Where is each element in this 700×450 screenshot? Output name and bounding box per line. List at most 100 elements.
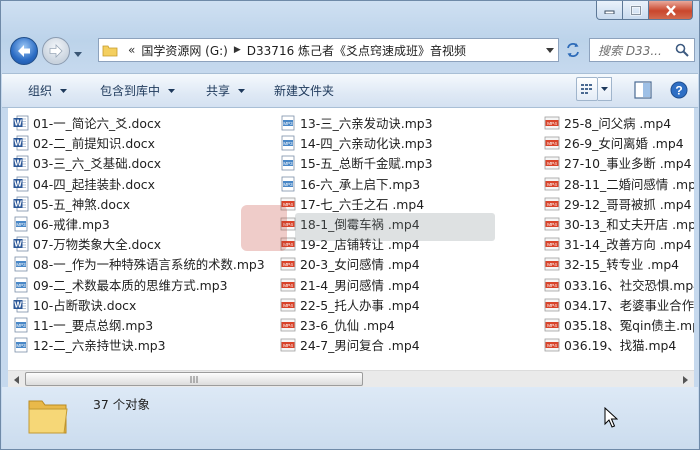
breadcrumb-separator-icon[interactable]: ▶ — [234, 45, 241, 55]
video-file-icon: MP4 — [280, 338, 296, 352]
file-item[interactable]: MP4 24-7_男问复合 .mp4 — [280, 335, 433, 355]
file-name: 036.19、找猫.mp4 — [564, 338, 677, 354]
file-name: 09-二_术数最本质的思维方式.mp3 — [33, 277, 228, 293]
file-item[interactable]: W 05-五_神煞.docx — [13, 194, 265, 214]
file-item[interactable]: MP4 21-4_男问感情 .mp4 — [280, 275, 433, 295]
new-folder-button[interactable]: 新建文件夹 — [258, 74, 347, 107]
video-file-icon: MP4 — [544, 237, 560, 251]
organize-menu[interactable]: 组织 — [2, 74, 80, 107]
recent-pages-dropdown[interactable] — [74, 47, 82, 61]
search-icon[interactable] — [675, 43, 689, 57]
file-item[interactable]: MP4 23-6_仇仙 .mp4 — [280, 315, 433, 335]
file-name: 04-四_起挂装卦.docx — [33, 176, 155, 192]
file-item[interactable]: MP4 034.17、老婆事业合作.mp4 — [544, 295, 694, 315]
preview-pane-button[interactable] — [632, 79, 654, 104]
file-name: 29-12_哥哥被抓 .mp4 — [564, 196, 692, 212]
arrow-right-icon — [49, 44, 63, 58]
file-item[interactable]: MP4 31-14_改善方向 .mp4 — [544, 234, 694, 254]
file-item[interactable]: W 10-占断歌诀.docx — [13, 295, 265, 315]
file-name: 21-4_男问感情 .mp4 — [300, 277, 420, 293]
file-column-3: MP4 25-8_问父病 .mp4 MP4 26-9_女问离婚 .mp4 MP4 27-1… — [544, 113, 694, 355]
file-name: 03-三_六_爻基础.docx — [33, 156, 162, 172]
svg-text:MP4: MP4 — [547, 242, 557, 248]
close-button[interactable] — [649, 1, 693, 20]
svg-text:W: W — [14, 199, 22, 208]
chevron-down-icon — [60, 88, 68, 93]
change-view-button[interactable] — [576, 77, 598, 101]
video-file-icon: MP4 — [280, 217, 296, 231]
file-item[interactable]: MP3 11-一_要点总纲.mp3 — [13, 315, 265, 335]
scroll-right-button[interactable] — [677, 371, 694, 388]
file-name: 22-5_托人办事 .mp4 — [300, 297, 420, 313]
file-item[interactable]: MP3 12-二_六亲持世诀.mp3 — [13, 335, 265, 355]
file-name: 17-七_六壬之石 .mp4 — [300, 196, 425, 212]
file-name: 31-14_改善方向 .mp4 — [564, 237, 692, 253]
file-item[interactable]: W 02-二_前提知识.docx — [13, 133, 265, 153]
maximize-button[interactable] — [623, 1, 649, 20]
horizontal-scrollbar[interactable] — [8, 370, 694, 388]
svg-text:MP4: MP4 — [547, 161, 557, 167]
share-menu[interactable]: 共享 — [188, 74, 258, 107]
file-name: 23-6_仇仙 .mp4 — [300, 317, 395, 333]
address-dropdown[interactable] — [542, 39, 558, 61]
svg-text:MP4: MP4 — [283, 323, 293, 329]
file-item[interactable]: MP3 14-四_六亲动化诀.mp3 — [280, 133, 433, 153]
forward-button[interactable] — [42, 37, 70, 65]
grip-icon — [190, 375, 198, 383]
breadcrumb-overflow[interactable]: « — [128, 43, 135, 57]
file-item[interactable]: MP4 29-12_哥哥被抓 .mp4 — [544, 194, 694, 214]
video-file-icon: MP4 — [544, 157, 560, 170]
svg-text:MP3: MP3 — [283, 121, 293, 126]
search-input[interactable]: 搜索 D33... — [590, 42, 674, 59]
audio-file-icon: MP3 — [14, 257, 28, 272]
file-item[interactable]: MP4 19-2_店铺转让 .mp4 — [280, 234, 433, 254]
minimize-button[interactable] — [596, 1, 623, 20]
view-dropdown-button[interactable] — [598, 77, 612, 101]
file-item[interactable]: MP4 20-3_女问感情 .mp4 — [280, 254, 433, 274]
file-column-1: W 01-一_简论六_爻.docx W 02-二_前提知识.docx W 03-三_六_爻… — [13, 113, 265, 355]
file-item[interactable]: MP3 13-三_六亲发动诀.mp3 — [280, 113, 433, 133]
file-item[interactable]: MP3 09-二_术数最本质的思维方式.mp3 — [13, 275, 265, 295]
breadcrumb-current-folder[interactable]: D33716 炼己者《爻点窍速成班》音视频 — [247, 42, 466, 59]
chevron-left-icon — [14, 375, 19, 384]
file-name: 28-11_二婚问感情 .mp4 — [564, 176, 694, 192]
include-in-library-menu[interactable]: 包含到库中 — [80, 74, 188, 107]
organize-label: 组织 — [28, 84, 53, 98]
refresh-icon — [567, 43, 579, 57]
file-item[interactable]: W 01-一_简论六_爻.docx — [13, 113, 265, 133]
file-item[interactable]: MP4 30-13_和丈夫开店 .mp4 — [544, 214, 694, 234]
file-item[interactable]: MP4 22-5_托人办事 .mp4 — [280, 295, 433, 315]
file-item[interactable]: W 07-万物类象大全.docx — [13, 234, 265, 254]
file-item[interactable]: MP4 26-9_女问离婚 .mp4 — [544, 133, 694, 153]
file-item[interactable]: MP3 15-五_总断千金赋.mp3 — [280, 153, 433, 173]
file-item[interactable]: MP3 16-六_承上启下.mp3 — [280, 174, 433, 194]
chevron-down-icon — [238, 88, 246, 93]
breadcrumb-drive[interactable]: 国学资源网 (G:) — [141, 42, 228, 59]
address-bar[interactable]: « 国学资源网 (G:) ▶ D33716 炼己者《爻点窍速成班》音视频 — [98, 38, 559, 62]
help-button[interactable]: ? — [668, 79, 690, 104]
file-name: 11-一_要点总纲.mp3 — [33, 317, 154, 333]
file-item[interactable]: MP3 08-一_作为一种特殊语言系统的术数.mp3 — [13, 254, 265, 274]
svg-text:W: W — [14, 159, 22, 168]
file-item[interactable]: MP4 28-11_二婚问感情 .mp4 — [544, 174, 694, 194]
file-name: 30-13_和丈夫开店 .mp4 — [564, 217, 694, 233]
file-item[interactable]: MP3 06-戒律.mp3 — [13, 214, 265, 234]
file-item[interactable]: MP4 25-8_问父病 .mp4 — [544, 113, 694, 133]
word-document-icon: W — [13, 236, 29, 252]
scrollbar-thumb[interactable] — [25, 372, 363, 386]
file-item[interactable]: MP4 036.19、找猫.mp4 — [544, 335, 694, 355]
file-item[interactable]: MP4 32-15_转专业 .mp4 — [544, 254, 694, 274]
search-box[interactable]: 搜索 D33... — [589, 38, 695, 62]
file-item[interactable]: W 03-三_六_爻基础.docx — [13, 153, 265, 173]
video-file-icon: MP4 — [280, 298, 296, 312]
scroll-left-button[interactable] — [8, 371, 25, 388]
file-item[interactable]: W 04-四_起挂装卦.docx — [13, 174, 265, 194]
refresh-button[interactable] — [561, 38, 585, 62]
file-item[interactable]: MP4 18-1_倒霉车祸 .mp4 — [280, 214, 433, 234]
file-item[interactable]: MP4 17-七_六壬之石 .mp4 — [280, 194, 433, 214]
svg-text:MP3: MP3 — [283, 161, 293, 166]
file-item[interactable]: MP4 033.16、社交恐惧.mp4 — [544, 275, 694, 295]
file-item[interactable]: MP4 035.18、冤qin债主.mp4 — [544, 315, 694, 335]
back-button[interactable] — [10, 37, 38, 65]
file-item[interactable]: MP4 27-10_事业多断 .mp4 — [544, 153, 694, 173]
